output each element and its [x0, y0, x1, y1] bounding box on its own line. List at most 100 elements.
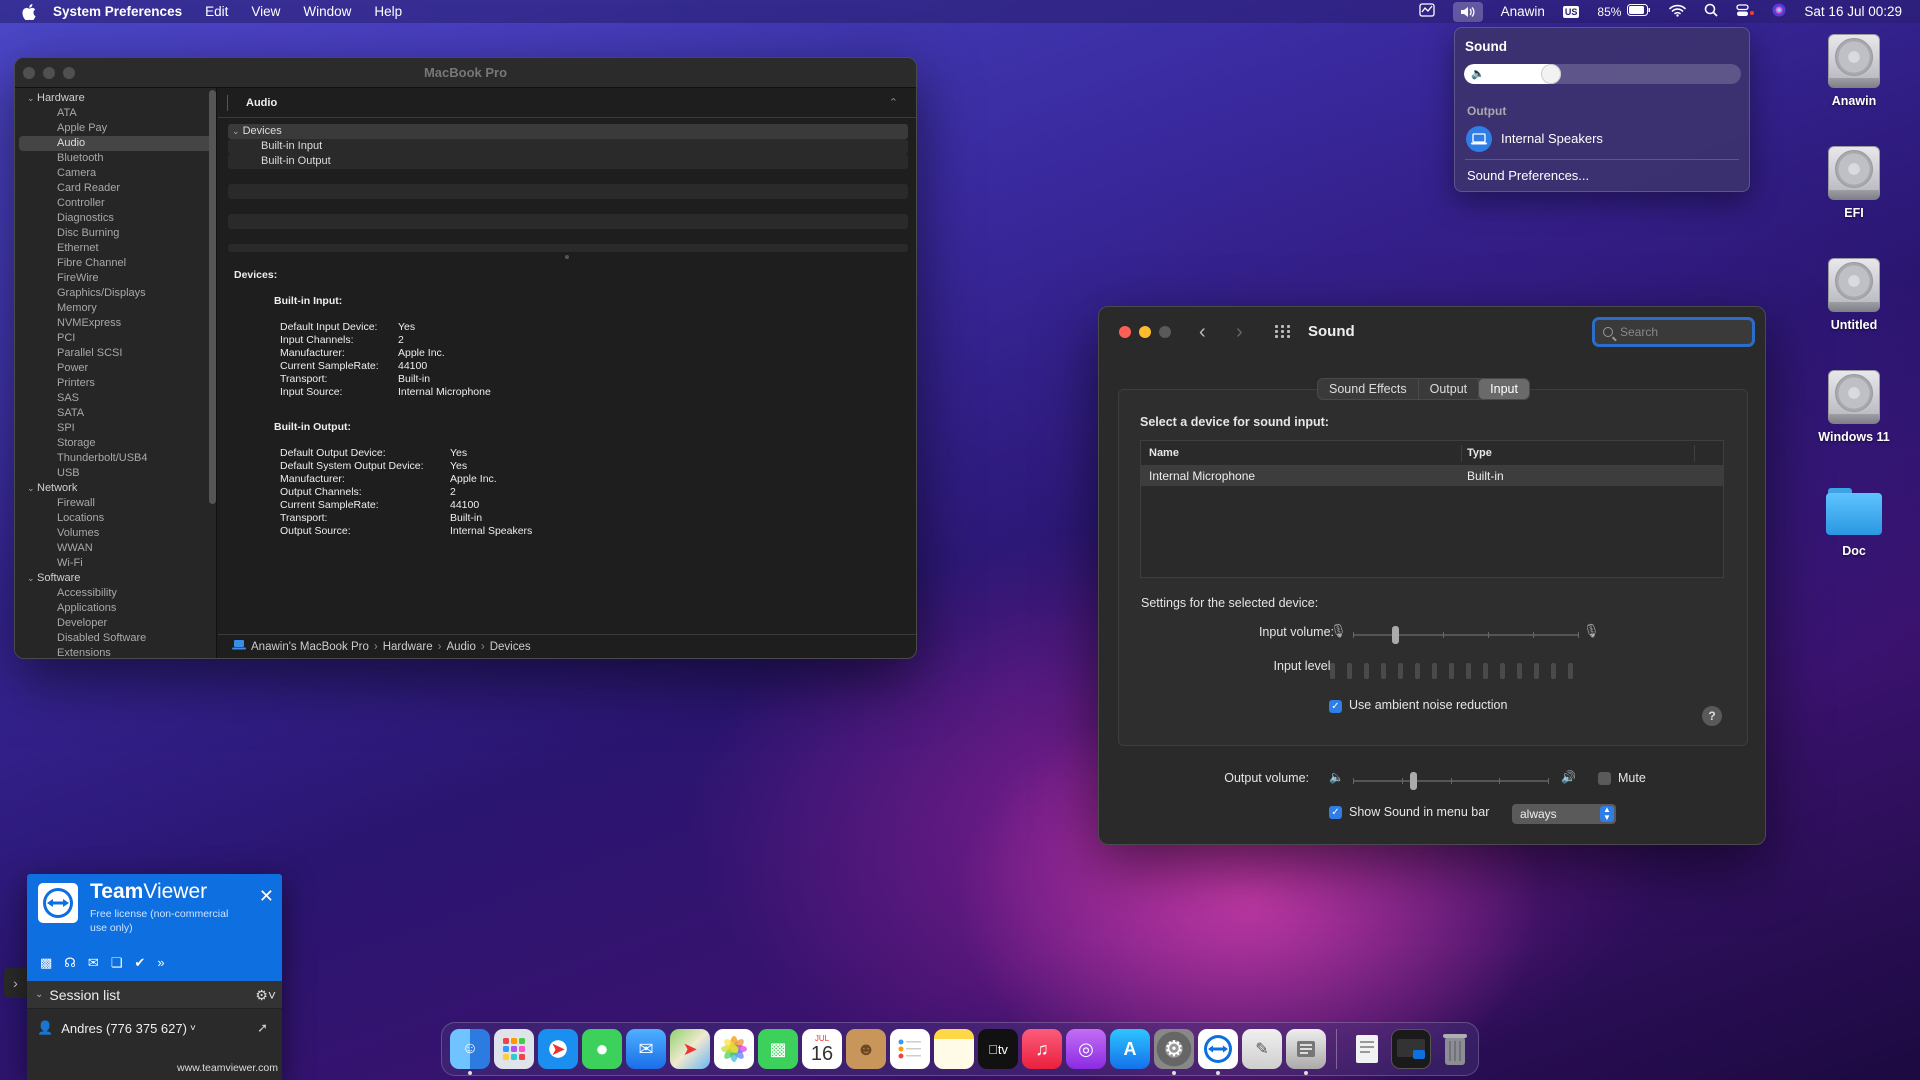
maps-icon[interactable]: ➤: [670, 1029, 710, 1069]
zoom-button[interactable]: [1159, 326, 1171, 338]
desktop-icon-disk[interactable]: Windows 11: [1804, 366, 1904, 444]
close-button[interactable]: [23, 67, 35, 79]
sidebar-item[interactable]: Developer: [15, 616, 216, 631]
headset-icon[interactable]: ☊: [64, 955, 76, 971]
sidebar-item[interactable]: FireWire: [15, 271, 216, 286]
sidebar-item[interactable]: Firewall: [15, 496, 216, 511]
keyboard-input-icon[interactable]: US: [1562, 5, 1580, 18]
sidebar-item[interactable]: Wi-Fi: [15, 556, 216, 571]
sidebar-item[interactable]: USB: [15, 466, 216, 481]
session-list-header[interactable]: ⌄ Session list ⚙˅: [27, 981, 282, 1009]
sidebar-item[interactable]: Card Reader: [15, 181, 216, 196]
apple-icon[interactable]: [19, 3, 39, 20]
volume-icon[interactable]: [1452, 1, 1483, 22]
chevron-down-icon[interactable]: ⌄: [27, 481, 37, 496]
output-volume-slider[interactable]: [1353, 771, 1549, 791]
tree-row-devices[interactable]: ⌄ Devices: [228, 124, 908, 139]
launchpad-icon[interactable]: [494, 1029, 534, 1069]
more-icon[interactable]: »: [157, 955, 164, 971]
app-store-icon[interactable]: A: [1110, 1029, 1150, 1069]
column-header-name[interactable]: Name: [1141, 444, 1462, 462]
sidebar-item[interactable]: Fibre Channel: [15, 256, 216, 271]
tree-row-built-in-output[interactable]: Built-in Output: [228, 154, 908, 169]
music-icon[interactable]: ♫: [1022, 1029, 1062, 1069]
sidebar-item[interactable]: Diagnostics: [15, 211, 216, 226]
tools-icon[interactable]: ✔: [134, 955, 145, 971]
pointer-icon[interactable]: ➚: [257, 1020, 268, 1036]
chevron-down-icon[interactable]: ⌄: [232, 126, 240, 136]
desktop-icon-disk[interactable]: EFI: [1804, 142, 1904, 220]
splitter-handle[interactable]: [565, 254, 569, 259]
menu-clock[interactable]: Sat 16 Jul 00:29: [1804, 4, 1902, 19]
sidebar-group[interactable]: ⌄ Network: [15, 481, 216, 496]
show-in-menu-bar-select[interactable]: always ▲ ▼: [1512, 804, 1616, 824]
mute-label[interactable]: Mute: [1618, 771, 1646, 785]
tab-sound-effects[interactable]: Sound Effects: [1318, 379, 1419, 399]
sidebar-item[interactable]: Controller: [15, 196, 216, 211]
toolbar[interactable]: ‹ › Sound Search: [1099, 307, 1765, 357]
sound-preferences-link[interactable]: Sound Preferences...: [1467, 168, 1589, 183]
sidebar-item[interactable]: Accessibility: [15, 586, 216, 601]
sidebar-item[interactable]: Apple Pay: [15, 121, 216, 136]
sidebar-item[interactable]: Parallel SCSI: [15, 346, 216, 361]
control-center-icon[interactable]: [1736, 3, 1755, 20]
sidebar-item[interactable]: SATA: [15, 406, 216, 421]
menu-window[interactable]: Window: [303, 4, 351, 19]
siri-icon[interactable]: [1772, 3, 1786, 20]
session-user-row[interactable]: 👤 Andres (776 375 627) ˅ ➚: [27, 1009, 282, 1047]
sound-menu-volume-slider[interactable]: 🔈: [1464, 64, 1741, 84]
chevron-down-icon[interactable]: ⌄: [27, 91, 37, 106]
sound-menu-device[interactable]: Internal Speakers: [1501, 131, 1603, 146]
messages-icon[interactable]: ●: [582, 1029, 622, 1069]
menu-view[interactable]: View: [251, 4, 280, 19]
documents-stack-icon[interactable]: [1347, 1029, 1387, 1069]
battery-icon[interactable]: [1627, 4, 1651, 19]
sidebar-item[interactable]: Volumes: [15, 526, 216, 541]
sidebar-item[interactable]: Extensions: [15, 646, 216, 658]
sidebar-item[interactable]: Camera: [15, 166, 216, 181]
minimize-button[interactable]: [43, 67, 55, 79]
pane-splitter[interactable]: [218, 252, 916, 261]
menu-edit[interactable]: Edit: [205, 4, 228, 19]
sidebar-item[interactable]: Disabled Software: [15, 631, 216, 646]
search-input[interactable]: Search: [1592, 317, 1755, 347]
path-item-hardware[interactable]: Hardware: [383, 641, 433, 653]
chevron-down-icon[interactable]: ⌄: [35, 989, 43, 1000]
sidebar-item[interactable]: Ethernet: [15, 241, 216, 256]
safari-icon[interactable]: ➤: [538, 1029, 578, 1069]
noise-reduction-checkbox[interactable]: ✓: [1329, 700, 1342, 713]
tab-output[interactable]: Output: [1419, 379, 1480, 399]
notes-icon[interactable]: [934, 1029, 974, 1069]
chevron-down-icon[interactable]: ⌄: [27, 571, 37, 586]
sidebar-item[interactable]: Memory: [15, 301, 216, 316]
close-button[interactable]: [1119, 326, 1131, 338]
facetime-icon[interactable]: ▩: [758, 1029, 798, 1069]
teamviewer-expand-tab[interactable]: ›: [4, 968, 27, 998]
sidebar-item[interactable]: Storage: [15, 436, 216, 451]
tv-icon[interactable]: tv: [978, 1029, 1018, 1069]
column-header-type[interactable]: Type: [1462, 444, 1695, 462]
sidebar-item[interactable]: Audio: [19, 136, 212, 151]
close-icon[interactable]: ✕: [259, 886, 274, 907]
tree-row-built-in-input[interactable]: Built-in Input: [228, 139, 908, 154]
sidebar-item[interactable]: Graphics/Displays: [15, 286, 216, 301]
path-item-devices[interactable]: Devices: [490, 641, 531, 653]
system-information-icon[interactable]: [1286, 1029, 1326, 1075]
gear-icon[interactable]: ⚙˅: [255, 987, 276, 1004]
path-item-computer[interactable]: Anawin's MacBook Pro: [251, 641, 369, 653]
teamviewer-icon[interactable]: [1198, 1029, 1238, 1075]
photos-icon[interactable]: [714, 1029, 754, 1069]
sidebar-group[interactable]: ⌄ Software: [15, 571, 216, 586]
chevron-down-icon[interactable]: ˅: [190, 1023, 196, 1034]
contacts-icon[interactable]: ☻: [846, 1029, 886, 1069]
podcasts-icon[interactable]: ◎: [1066, 1029, 1106, 1069]
input-volume-slider[interactable]: [1353, 625, 1579, 645]
sidebar-item[interactable]: Thunderbolt/USB4: [15, 451, 216, 466]
sound-menu-volume-knob[interactable]: [1541, 64, 1561, 84]
help-button[interactable]: ?: [1702, 706, 1722, 726]
activity-monitor-icon[interactable]: [1418, 3, 1435, 20]
spotlight-icon[interactable]: [1704, 3, 1719, 20]
forward-icon[interactable]: ›: [1236, 321, 1243, 344]
mail-icon[interactable]: ✉: [626, 1029, 666, 1069]
sidebar-item[interactable]: Bluetooth: [15, 151, 216, 166]
